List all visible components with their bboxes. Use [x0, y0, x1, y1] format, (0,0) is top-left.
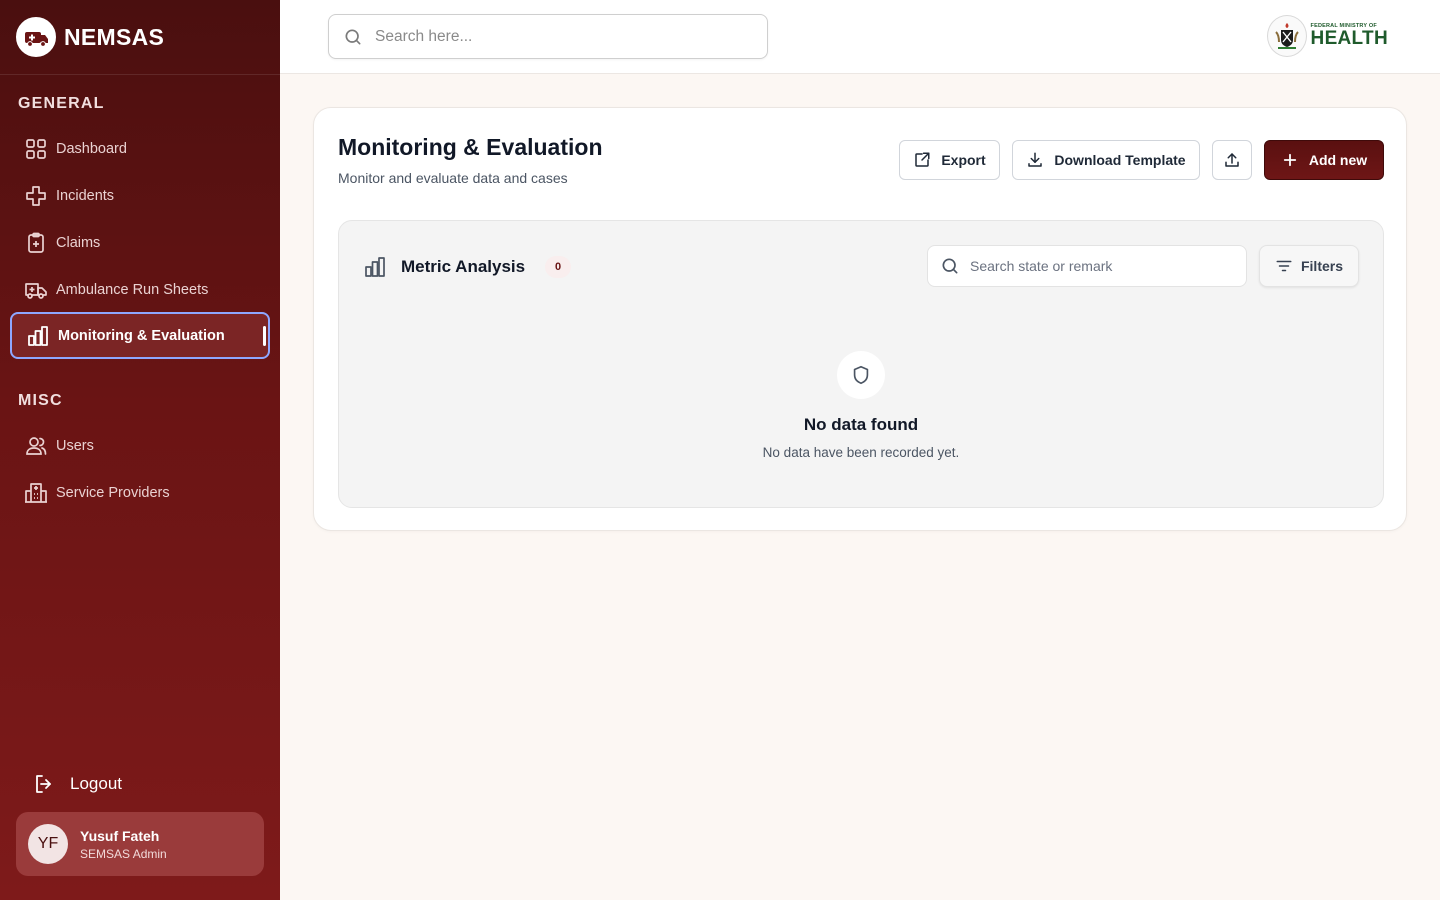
filters-label: Filters [1300, 258, 1343, 274]
panel-search[interactable] [927, 245, 1247, 287]
grid-icon [26, 139, 46, 159]
search-icon [942, 258, 958, 274]
metric-analysis-panel: Metric Analysis 0 Filters No data found … [338, 220, 1384, 508]
logout-icon [36, 775, 51, 793]
filter-icon [1276, 260, 1292, 272]
global-search[interactable] [328, 14, 768, 59]
upload-icon [1225, 153, 1239, 167]
count-badge: 0 [545, 256, 572, 278]
brand[interactable]: NEMSAS [0, 0, 280, 75]
sidebar-item-label: Users [56, 438, 94, 454]
coat-of-arms-icon [1266, 15, 1307, 57]
sidebar-item-label: Incidents [56, 188, 115, 204]
ministry-logo: FEDERAL MINISTRY OF HEALTH [1266, 15, 1388, 57]
sidebar-item-label: Dashboard [56, 141, 127, 157]
avatar: YF [28, 824, 68, 864]
user-name: Yusuf Fateh [80, 827, 160, 844]
ministry-name: HEALTH [1310, 28, 1388, 50]
external-link-icon [915, 152, 930, 167]
sidebar-item-claims[interactable]: Claims [10, 221, 270, 265]
upload-button[interactable] [1212, 140, 1252, 180]
logout-button[interactable]: Logout [32, 772, 122, 796]
empty-state: No data found No data have been recorded… [339, 351, 1383, 460]
search-input[interactable] [375, 27, 755, 46]
sidebar-item-users[interactable]: Users [10, 424, 270, 468]
sidebar-item-label: Monitoring & Evaluation [58, 327, 225, 344]
sidebar-item-monitoring-evaluation[interactable]: Monitoring & Evaluation [10, 312, 270, 359]
empty-state-subtitle: No data have been recorded yet. [762, 445, 960, 460]
user-profile-card[interactable]: YF Yusuf Fateh SEMSAS Admin [16, 812, 264, 876]
sidebar-item-service-providers[interactable]: Service Providers [10, 471, 270, 515]
topbar: FEDERAL MINISTRY OF HEALTH [280, 0, 1440, 74]
clipboard-plus-icon [28, 232, 44, 253]
ambulance-logo-icon [16, 17, 56, 57]
shield-icon [837, 351, 885, 399]
plus-icon [1283, 153, 1296, 167]
download-icon [1028, 152, 1043, 167]
section-title-general: GENERAL [18, 95, 105, 112]
sidebar-item-dashboard[interactable]: Dashboard [10, 127, 270, 171]
state-remark-search-input[interactable] [970, 258, 1240, 274]
building-icon [25, 483, 47, 503]
export-label: Export [941, 152, 986, 168]
app-name: NEMSAS [64, 23, 165, 50]
user-role: SEMSAS Admin [80, 846, 167, 861]
empty-state-title: No data found [803, 415, 919, 434]
sidebar: NEMSAS GENERAL Dashboard Incidents Claim… [0, 0, 280, 900]
users-icon [26, 437, 47, 455]
add-new-label: Add new [1308, 152, 1368, 168]
ambulance-icon [25, 283, 47, 299]
main-card: Monitoring & Evaluation Monitor and eval… [313, 107, 1407, 531]
panel-title: Metric Analysis [401, 257, 526, 276]
page-title: Monitoring & Evaluation [338, 134, 603, 160]
filters-button[interactable]: Filters [1259, 245, 1359, 287]
sidebar-item-ambulance-run-sheets[interactable]: Ambulance Run Sheets [10, 268, 270, 312]
sidebar-item-incidents[interactable]: Incidents [10, 174, 270, 218]
medical-cross-icon [26, 186, 46, 206]
download-template-label: Download Template [1054, 152, 1186, 168]
page-subtitle: Monitor and evaluate data and cases [338, 170, 568, 186]
bar-chart-icon [365, 257, 385, 277]
search-icon [345, 29, 361, 45]
add-new-button[interactable]: Add new [1264, 140, 1384, 180]
download-template-button[interactable]: Download Template [1012, 140, 1200, 180]
section-title-misc: MISC [18, 392, 63, 409]
sidebar-item-label: Ambulance Run Sheets [56, 282, 209, 298]
sidebar-item-label: Claims [56, 235, 101, 251]
bar-chart-icon [28, 325, 48, 346]
logout-label: Logout [70, 774, 122, 793]
panel-header: Metric Analysis 0 [363, 255, 572, 279]
sidebar-item-label: Service Providers [56, 485, 170, 501]
export-button[interactable]: Export [899, 140, 1000, 180]
